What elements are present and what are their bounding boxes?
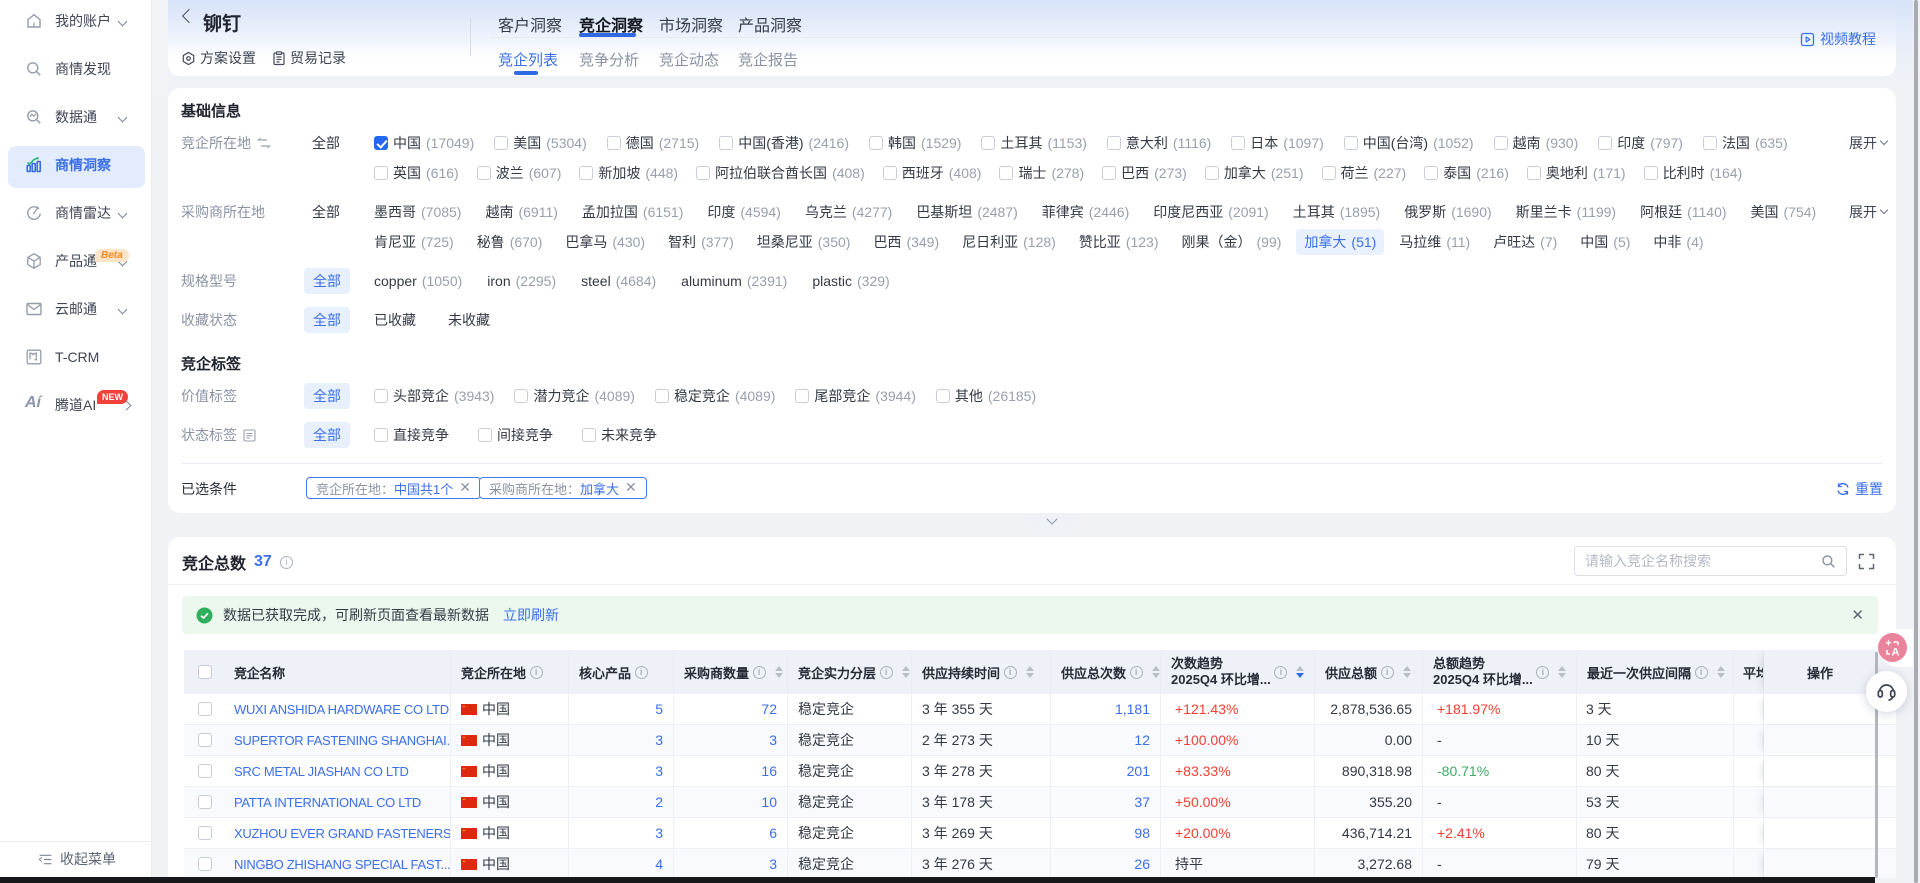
- svg-text:A: A: [1892, 647, 1900, 659]
